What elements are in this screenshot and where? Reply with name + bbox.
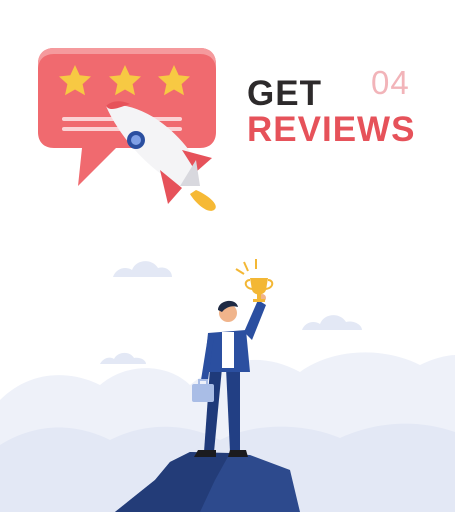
heading-line-get: GET (247, 74, 322, 113)
step-number: 04 (371, 64, 410, 101)
review-step-card: 04 GET REVIEWS (0, 0, 455, 512)
trophy-icon (235, 259, 274, 302)
heading-line-reviews: REVIEWS (247, 110, 416, 149)
